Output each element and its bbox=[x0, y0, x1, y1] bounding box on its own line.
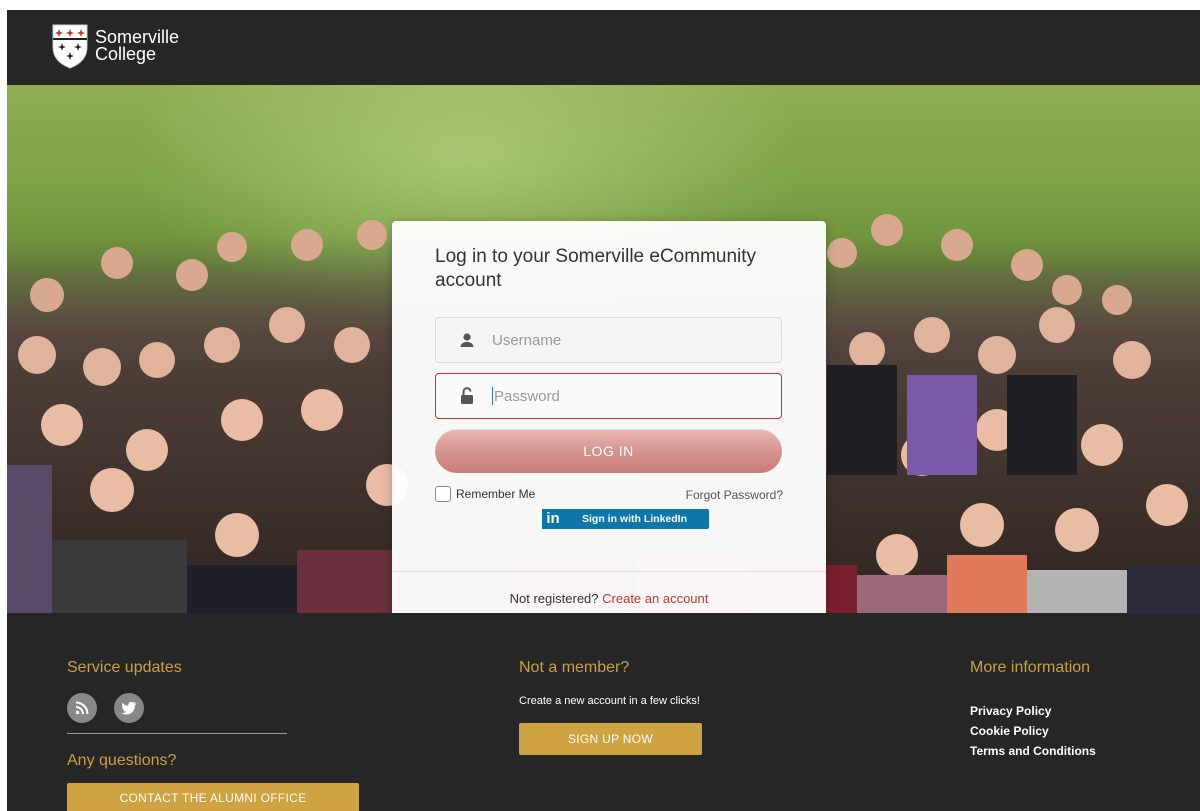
cookie-policy-link[interactable]: Cookie Policy bbox=[970, 721, 1096, 741]
site-footer: Service updates Any questions? CONTACT T… bbox=[7, 613, 1200, 811]
footer-links: Privacy Policy Cookie Policy Terms and C… bbox=[970, 701, 1096, 761]
site-header: Somerville College bbox=[7, 10, 1200, 85]
login-card: Log in to your Somerville eCommunity acc… bbox=[392, 221, 826, 613]
privacy-policy-link[interactable]: Privacy Policy bbox=[970, 701, 1096, 721]
username-input[interactable] bbox=[492, 331, 762, 349]
forgot-password-link[interactable]: Forgot Password? bbox=[686, 488, 783, 502]
password-field[interactable] bbox=[435, 373, 782, 419]
linkedin-signin-button[interactable]: in Sign in with LinkedIn bbox=[542, 509, 709, 529]
rss-icon[interactable] bbox=[67, 693, 97, 723]
page-frame: Somerville College Log in to your Somerv… bbox=[7, 10, 1200, 811]
not-member-heading: Not a member? bbox=[519, 659, 630, 676]
remember-checkbox[interactable] bbox=[435, 486, 451, 502]
sign-up-now-button[interactable]: SIGN UP NOW bbox=[519, 723, 702, 755]
card-divider bbox=[392, 571, 826, 572]
footer-divider bbox=[67, 733, 287, 734]
more-info-heading: More information bbox=[970, 659, 1091, 676]
user-icon bbox=[456, 329, 478, 351]
text-caret bbox=[492, 387, 493, 405]
new-account-text: Create a new account in a few clicks! bbox=[519, 695, 700, 707]
username-field[interactable] bbox=[435, 317, 782, 363]
linkedin-icon: in bbox=[542, 509, 564, 529]
service-updates-heading: Service updates bbox=[67, 659, 182, 676]
register-prompt: Not registered? Create an account bbox=[392, 591, 826, 606]
brand-line-2: College bbox=[95, 44, 157, 64]
social-links bbox=[67, 693, 144, 723]
twitter-icon[interactable] bbox=[114, 693, 144, 723]
college-name: Somerville College bbox=[95, 28, 179, 64]
hero-photo: Log in to your Somerville eCommunity acc… bbox=[7, 85, 1200, 613]
contact-alumni-office-button[interactable]: CONTACT THE ALUMNI OFFICE bbox=[67, 783, 359, 811]
college-logo-link[interactable]: Somerville College bbox=[51, 23, 179, 69]
remember-label: Remember Me bbox=[456, 487, 536, 501]
terms-and-conditions-link[interactable]: Terms and Conditions bbox=[970, 741, 1096, 761]
create-account-link[interactable]: Create an account bbox=[602, 591, 708, 606]
login-button[interactable]: LOG IN bbox=[435, 429, 782, 473]
not-registered-text: Not registered? bbox=[509, 591, 599, 606]
remember-me[interactable]: Remember Me bbox=[435, 486, 535, 502]
login-title: Log in to your Somerville eCommunity acc… bbox=[435, 246, 757, 291]
any-questions-heading: Any questions? bbox=[67, 752, 177, 769]
lock-icon bbox=[456, 385, 478, 407]
password-input[interactable] bbox=[494, 387, 764, 405]
linkedin-label: Sign in with LinkedIn bbox=[582, 513, 687, 525]
crest-icon bbox=[52, 24, 88, 69]
